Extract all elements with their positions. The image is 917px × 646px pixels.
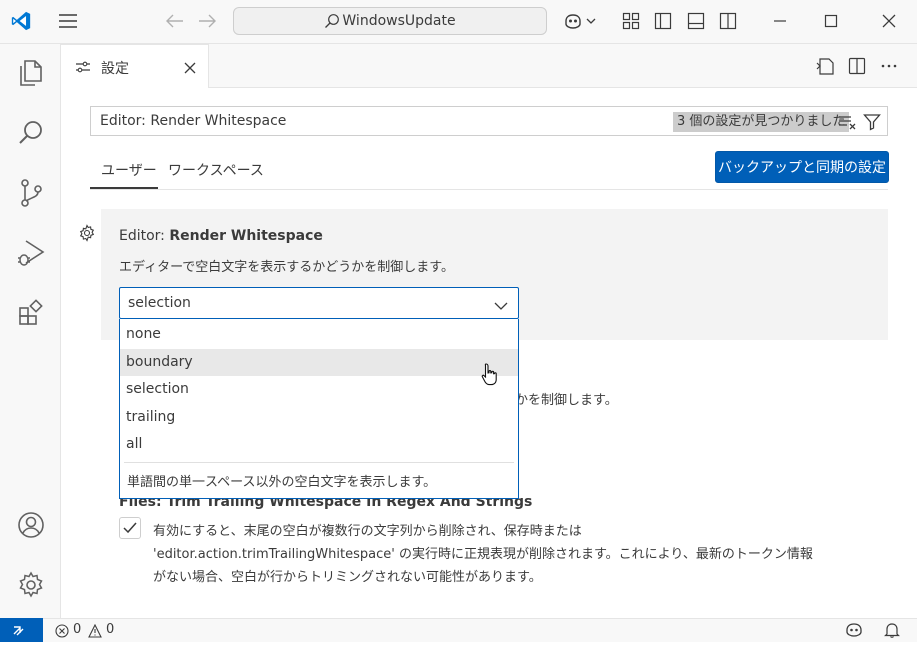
option-trailing[interactable]: trailing [120,404,518,431]
minimize-icon[interactable] [767,8,793,34]
copilot-icon[interactable] [561,8,601,34]
status-bar: 0 0 [0,618,917,642]
render-whitespace-select[interactable]: selection [119,287,519,319]
second-setting-desc-tail: かを制御します。 [515,393,618,408]
maximize-icon[interactable] [818,8,844,34]
setting-category: Editor: [119,228,170,244]
open-settings-json-icon[interactable] [815,57,835,79]
setting-description: エディターで空白文字を表示するかどうかを制御します。 [119,260,455,275]
filter-icon[interactable] [863,113,881,135]
remote-icon [13,626,24,636]
clear-filter-icon[interactable] [838,114,858,134]
tab-workspace[interactable]: ワークスペース [168,160,264,180]
select-dropdown: none boundary selection trailing all 単語間… [119,319,519,499]
customize-layout-icon[interactable] [618,8,644,34]
tab-label: 設定 [101,61,129,77]
setting-gear-icon[interactable] [78,224,96,246]
checkmark-icon [123,522,137,534]
scope-divider [90,189,888,190]
vscode-logo-icon [8,8,34,34]
extensions-icon[interactable] [14,296,48,330]
split-editor-icon[interactable] [848,57,866,79]
remote-indicator[interactable] [0,618,43,642]
trim-desc-line-1: 有効にすると、末尾の空白が複数行の文字列から削除され、保存時または [153,524,582,539]
option-none[interactable]: none [120,321,518,348]
close-window-icon[interactable] [876,8,902,34]
setting-name: Render Whitespace [169,228,323,244]
toggle-secondary-sidebar-icon[interactable] [715,8,741,34]
option-description: 単語間の単一スペース以外の空白文字を表示します。 [127,475,437,490]
option-selection[interactable]: selection [120,376,518,403]
select-value: selection [128,295,191,311]
run-and-debug-icon[interactable] [14,236,48,270]
tab-settings[interactable]: 設定 [61,44,209,88]
source-control-icon[interactable] [14,176,48,210]
accounts-icon[interactable] [14,508,48,542]
activity-bar [0,44,61,618]
forward-arrow-icon[interactable] [194,8,220,34]
command-center-text: WindowsUpdate [342,13,456,29]
more-actions-icon[interactable] [880,57,898,79]
command-center-search[interactable]: WindowsUpdate [233,7,547,35]
explorer-icon[interactable] [14,56,48,90]
settings-search-value: Editor: Render Whitespace [100,113,287,129]
copilot-status-icon[interactable] [845,622,863,642]
title-bar: WindowsUpdate [0,0,917,44]
search-icon [325,14,340,28]
search-icon[interactable] [14,116,48,150]
trim-whitespace-checkbox[interactable] [119,517,141,539]
back-arrow-icon[interactable] [162,8,188,34]
menu-icon[interactable] [55,8,81,34]
error-count[interactable]: 0 [73,622,81,637]
hand-cursor-icon [480,362,500,390]
option-boundary[interactable]: boundary [120,349,518,376]
trim-desc-line-2: 'editor.action.trimTrailingWhitespace' の… [153,547,813,562]
setting-title: Editor: Render Whitespace [119,228,323,244]
close-tab-icon[interactable] [183,60,197,79]
trim-desc-line-3: がない場合、空白が行からトリミングされない可能性があります。 [153,570,542,585]
warning-icon [88,623,102,642]
backup-sync-button[interactable]: バックアップと同期の設定 [715,151,889,183]
dropdown-divider [124,462,514,463]
notifications-bell-icon[interactable] [884,622,900,642]
tab-user[interactable]: ユーザー [101,160,157,180]
settings-search-input[interactable]: Editor: Render Whitespace 3 個の設定が見つかりました [90,106,888,136]
error-icon [55,623,69,642]
toggle-panel-icon[interactable] [683,8,709,34]
manage-gear-icon[interactable] [14,568,48,602]
chevron-down-icon [494,297,508,316]
result-count-badge: 3 個の設定が見つかりました [673,112,850,132]
warning-count[interactable]: 0 [106,622,114,637]
option-all[interactable]: all [120,431,518,458]
toggle-primary-sidebar-icon[interactable] [650,8,676,34]
settings-tab-icon [75,59,91,78]
